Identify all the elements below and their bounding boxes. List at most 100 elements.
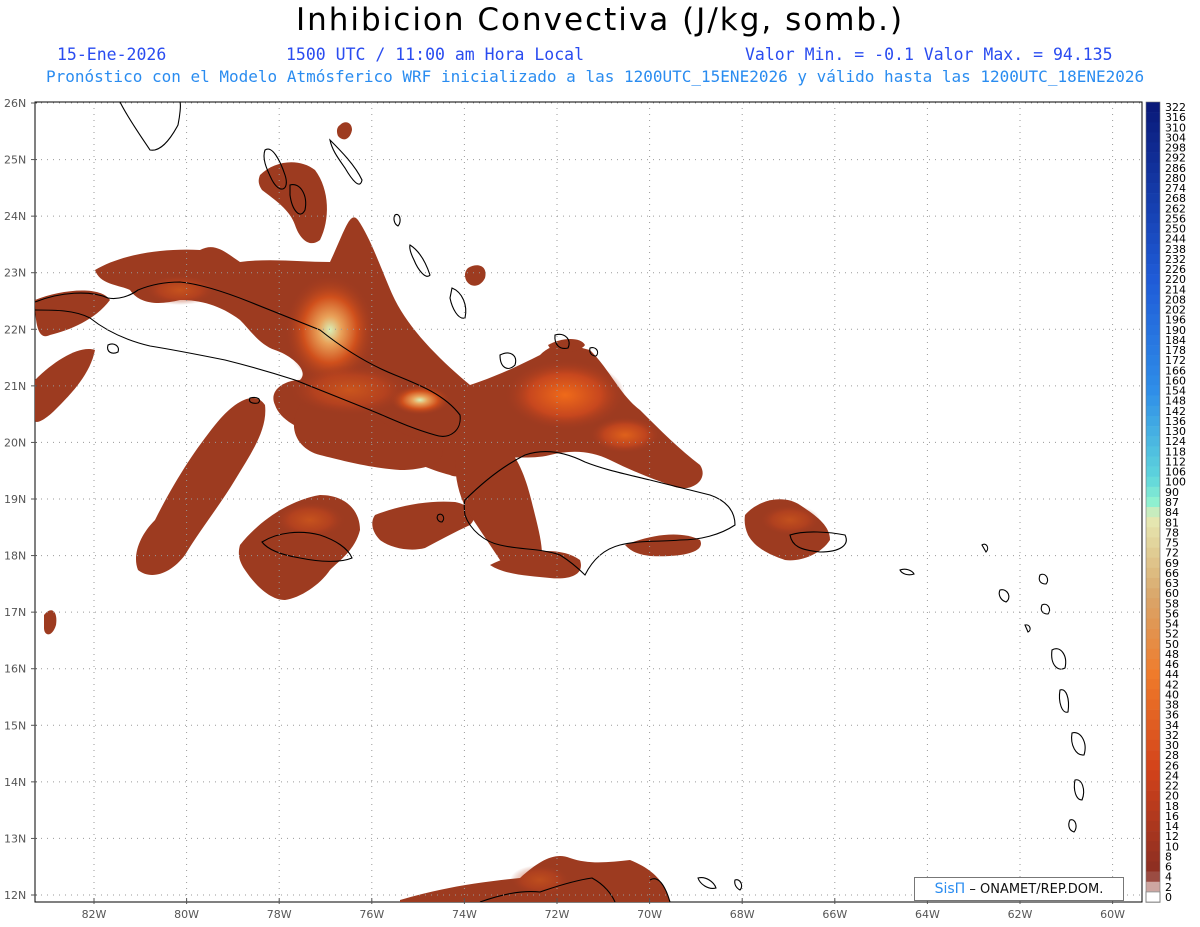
colorbar-swatch (1146, 264, 1160, 275)
colorbar-swatch (1146, 233, 1160, 245)
colorbar-swatch (1146, 780, 1160, 791)
colorbar-swatch (1146, 557, 1160, 569)
colorbar-swatch (1146, 871, 1160, 883)
colorbar-swatch (1146, 760, 1160, 771)
colorbar-swatch (1146, 739, 1160, 751)
colorbar-swatch (1146, 132, 1160, 143)
colorbar-swatch (1146, 517, 1160, 528)
colorbar-swatch (1146, 456, 1160, 467)
colorbar-swatch (1146, 507, 1160, 518)
colorbar-swatch (1146, 790, 1160, 802)
colorbar-swatch (1146, 162, 1160, 174)
colorbar-swatch (1146, 800, 1160, 812)
lat-label: 15N (4, 719, 26, 732)
lat-label: 21N (4, 380, 26, 393)
colorbar-swatch (1146, 253, 1160, 265)
colorbar-swatch (1146, 365, 1160, 376)
colorbar: 3223163103042982922862802742682622562502… (1145, 101, 1186, 904)
colorbar-swatch (1146, 355, 1160, 366)
colorbar-swatch (1146, 679, 1160, 690)
colorbar-swatch (1146, 395, 1160, 407)
lat-label: 20N (4, 436, 26, 449)
colorbar-swatch (1146, 861, 1160, 872)
colorbar-swatch (1146, 112, 1160, 123)
lat-label: 17N (4, 606, 26, 619)
lon-label: 80W (174, 908, 199, 921)
colorbar-swatch (1146, 203, 1160, 214)
colorbar-swatch (1146, 567, 1160, 579)
lon-label: 70W (637, 908, 662, 921)
colorbar-swatch (1146, 476, 1160, 488)
colorbar-swatch (1145, 891, 1161, 903)
lat-label: 24N (4, 210, 26, 223)
colorbar-swatch (1146, 699, 1160, 710)
colorbar-swatch (1146, 213, 1160, 224)
lat-label: 26N (4, 97, 26, 110)
lat-label: 14N (4, 776, 26, 789)
colorbar-swatch (1146, 577, 1160, 589)
colorbar-swatch (1146, 223, 1160, 234)
colorbar-swatch (1146, 324, 1160, 336)
colorbar-swatch (1146, 851, 1160, 862)
lon-label: 68W (730, 908, 755, 921)
colorbar-swatch (1146, 122, 1160, 133)
lat-label: 18N (4, 550, 26, 563)
lon-label: 64W (915, 908, 940, 921)
latitude-labels: 26N 25N 24N 23N 22N 21N 20N 19N 18N 17N 16N 15N 14N 1… (4, 97, 37, 902)
colorbar-swatch (1146, 466, 1160, 477)
colorbar-swatch (1146, 446, 1160, 457)
colorbar-swatch (1146, 314, 1160, 326)
colorbar-swatch (1146, 243, 1160, 255)
colorbar-swatch (1146, 193, 1160, 204)
colorbar-swatch (1146, 841, 1160, 852)
colorbar-swatch (1146, 102, 1160, 113)
colorbar-swatch (1146, 304, 1160, 315)
colorbar-swatch (1146, 810, 1160, 822)
colorbar-swatch (1146, 496, 1160, 508)
colorbar-swatch (1146, 618, 1160, 629)
colorbar-swatch (1146, 547, 1160, 558)
lon-label: 66W (822, 908, 847, 921)
colorbar-swatch (1146, 284, 1160, 295)
colorbar-swatch (1146, 172, 1160, 184)
colorbar-swatch (1146, 415, 1160, 427)
colorbar-swatch (1146, 719, 1160, 731)
colorbar-swatch (1146, 345, 1160, 356)
colorbar-swatch (1146, 385, 1160, 396)
colorbar-swatch (1146, 658, 1160, 670)
lat-label: 19N (4, 493, 26, 506)
colorbar-swatch (1146, 709, 1160, 721)
colorbar-swatch (1146, 183, 1160, 194)
colorbar-swatch (1146, 152, 1160, 164)
lon-label: 78W (267, 908, 292, 921)
colorbar-swatch (1146, 628, 1160, 640)
colorbar-swatch (1146, 274, 1160, 285)
credit-text: – ONAMET/REP.DOM. (969, 882, 1104, 897)
colorbar-swatch (1146, 669, 1160, 680)
credit-box: SisΠ – ONAMET/REP.DOM. (914, 877, 1124, 901)
colorbar-swatch (1146, 334, 1160, 346)
lon-label: 72W (545, 908, 570, 921)
lon-label: 60W (1100, 908, 1125, 921)
colorbar-swatch (1146, 638, 1160, 650)
colorbar-swatch (1146, 689, 1160, 700)
colorbar-swatch (1146, 527, 1160, 538)
lat-label: 25N (4, 154, 26, 167)
lon-label: 76W (359, 908, 384, 921)
colorbar-swatch (1146, 831, 1160, 842)
sispi-logo: SisΠ (934, 881, 966, 897)
colorbar-swatch (1146, 436, 1160, 447)
lat-label: 22N (4, 323, 26, 336)
colorbar-swatch (1146, 486, 1160, 498)
colorbar-swatch (1146, 426, 1160, 437)
colorbar-swatch (1146, 729, 1160, 741)
colorbar-swatch (1146, 294, 1160, 305)
lat-label: 12N (4, 889, 26, 902)
colorbar-swatch (1146, 770, 1160, 781)
colorbar-swatch (1146, 750, 1160, 761)
colorbar-swatch (1146, 608, 1160, 619)
colorbar-swatch (1146, 405, 1160, 417)
colorbar-label: 0 (1165, 891, 1172, 904)
lat-label: 13N (4, 832, 26, 845)
colorbar-swatch (1146, 537, 1160, 548)
